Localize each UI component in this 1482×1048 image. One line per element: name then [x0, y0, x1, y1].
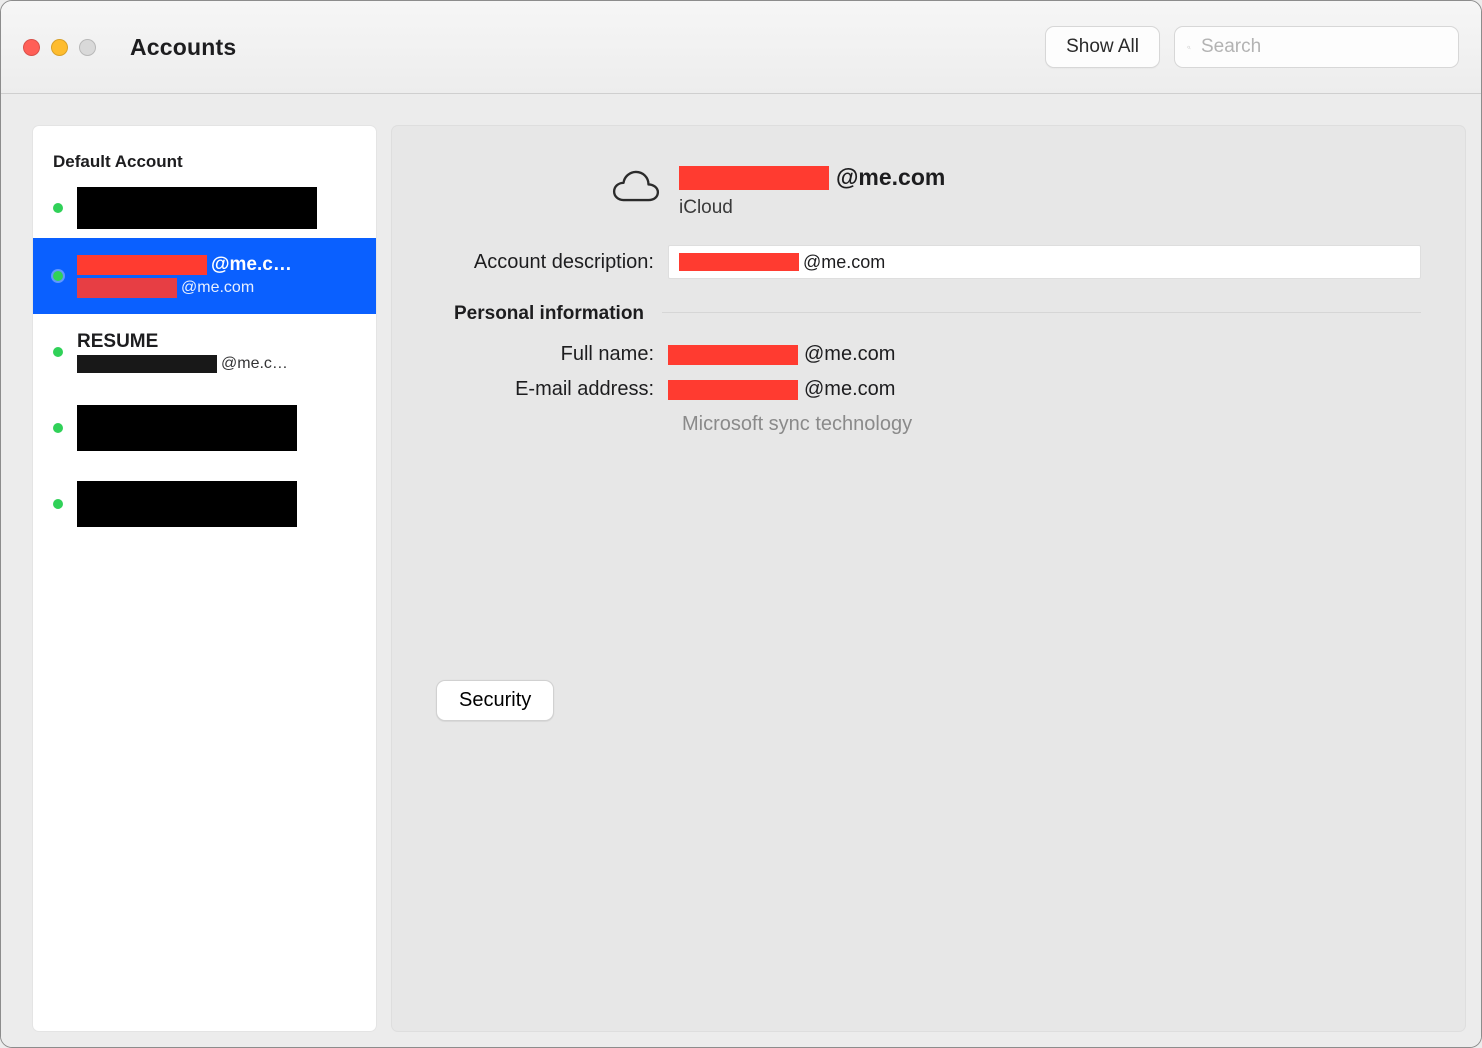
window-toolbar: Accounts Show All: [1, 1, 1481, 94]
accounts-sidebar: Default Account @me.c… @me.com: [33, 126, 376, 1031]
account-type-label: iCloud: [679, 197, 945, 219]
redacted-block: [77, 278, 177, 298]
redacted-block: [77, 255, 207, 275]
status-indicator-icon: [53, 203, 63, 213]
redacted-block: [679, 166, 829, 190]
account-email-heading: @me.com: [679, 164, 945, 191]
account-subtitle-suffix: @me.c…: [221, 355, 288, 373]
redacted-block: [668, 345, 798, 365]
account-subtitle: @me.com: [77, 278, 364, 298]
account-subtitle: @me.c…: [77, 355, 364, 373]
full-name-value-suffix: @me.com: [804, 343, 895, 366]
full-name-value: @me.com: [668, 343, 895, 366]
full-name-label: Full name:: [436, 343, 668, 366]
security-button[interactable]: Security: [436, 680, 554, 721]
close-window-button[interactable]: [23, 39, 40, 56]
account-title: @me.c…: [77, 254, 364, 276]
redacted-block: [679, 253, 799, 271]
account-description-row: Account description: @me.com: [436, 245, 1421, 279]
zoom-window-button[interactable]: [79, 39, 96, 56]
account-list-item[interactable]: [33, 390, 376, 466]
account-detail-panel: @me.com iCloud Account description: @me.…: [392, 126, 1465, 1031]
account-description-input[interactable]: @me.com: [668, 245, 1421, 279]
status-indicator-icon: [53, 499, 63, 509]
account-title-suffix: @me.c…: [211, 254, 292, 276]
cloud-icon: [611, 168, 661, 204]
main-body: Default Account @me.c… @me.com: [1, 94, 1481, 1047]
account-description-value-suffix: @me.com: [803, 252, 885, 273]
account-list-item[interactable]: RESUME @me.c…: [33, 314, 376, 390]
detail-header: @me.com iCloud: [436, 164, 1421, 219]
search-icon: [1187, 38, 1191, 57]
account-list-item-selected[interactable]: @me.c… @me.com: [33, 238, 376, 314]
redacted-block: [77, 355, 217, 373]
full-name-row: Full name: @me.com: [436, 343, 1421, 366]
minimize-window-button[interactable]: [51, 39, 68, 56]
sidebar-header: Default Account: [33, 152, 376, 178]
show-all-button[interactable]: Show All: [1045, 26, 1160, 68]
account-description-label: Account description:: [436, 251, 668, 274]
window-traffic-lights: [23, 39, 96, 56]
email-address-value: @me.com: [668, 378, 895, 401]
personal-info-heading: Personal information: [436, 293, 656, 331]
status-indicator-icon: [53, 347, 63, 357]
accounts-window: Accounts Show All Default Account: [0, 0, 1482, 1048]
search-field[interactable]: [1174, 26, 1459, 68]
redacted-block: [77, 405, 297, 451]
email-address-row: E-mail address: @me.com: [436, 378, 1421, 401]
email-address-label: E-mail address:: [436, 378, 668, 401]
window-title: Accounts: [130, 34, 1031, 61]
status-indicator-icon: [53, 423, 63, 433]
redacted-block: [668, 380, 798, 400]
sync-technology-note: Microsoft sync technology: [436, 413, 1421, 436]
redacted-block: [77, 481, 297, 527]
account-list-item[interactable]: [33, 178, 376, 238]
redacted-block: [77, 187, 317, 229]
account-list-item[interactable]: [33, 466, 376, 542]
account-email-suffix: @me.com: [836, 164, 945, 191]
account-subtitle-suffix: @me.com: [181, 279, 254, 297]
email-address-value-suffix: @me.com: [804, 378, 895, 401]
search-input[interactable]: [1201, 36, 1446, 58]
status-indicator-icon: [53, 271, 63, 281]
account-title: RESUME: [77, 331, 364, 353]
